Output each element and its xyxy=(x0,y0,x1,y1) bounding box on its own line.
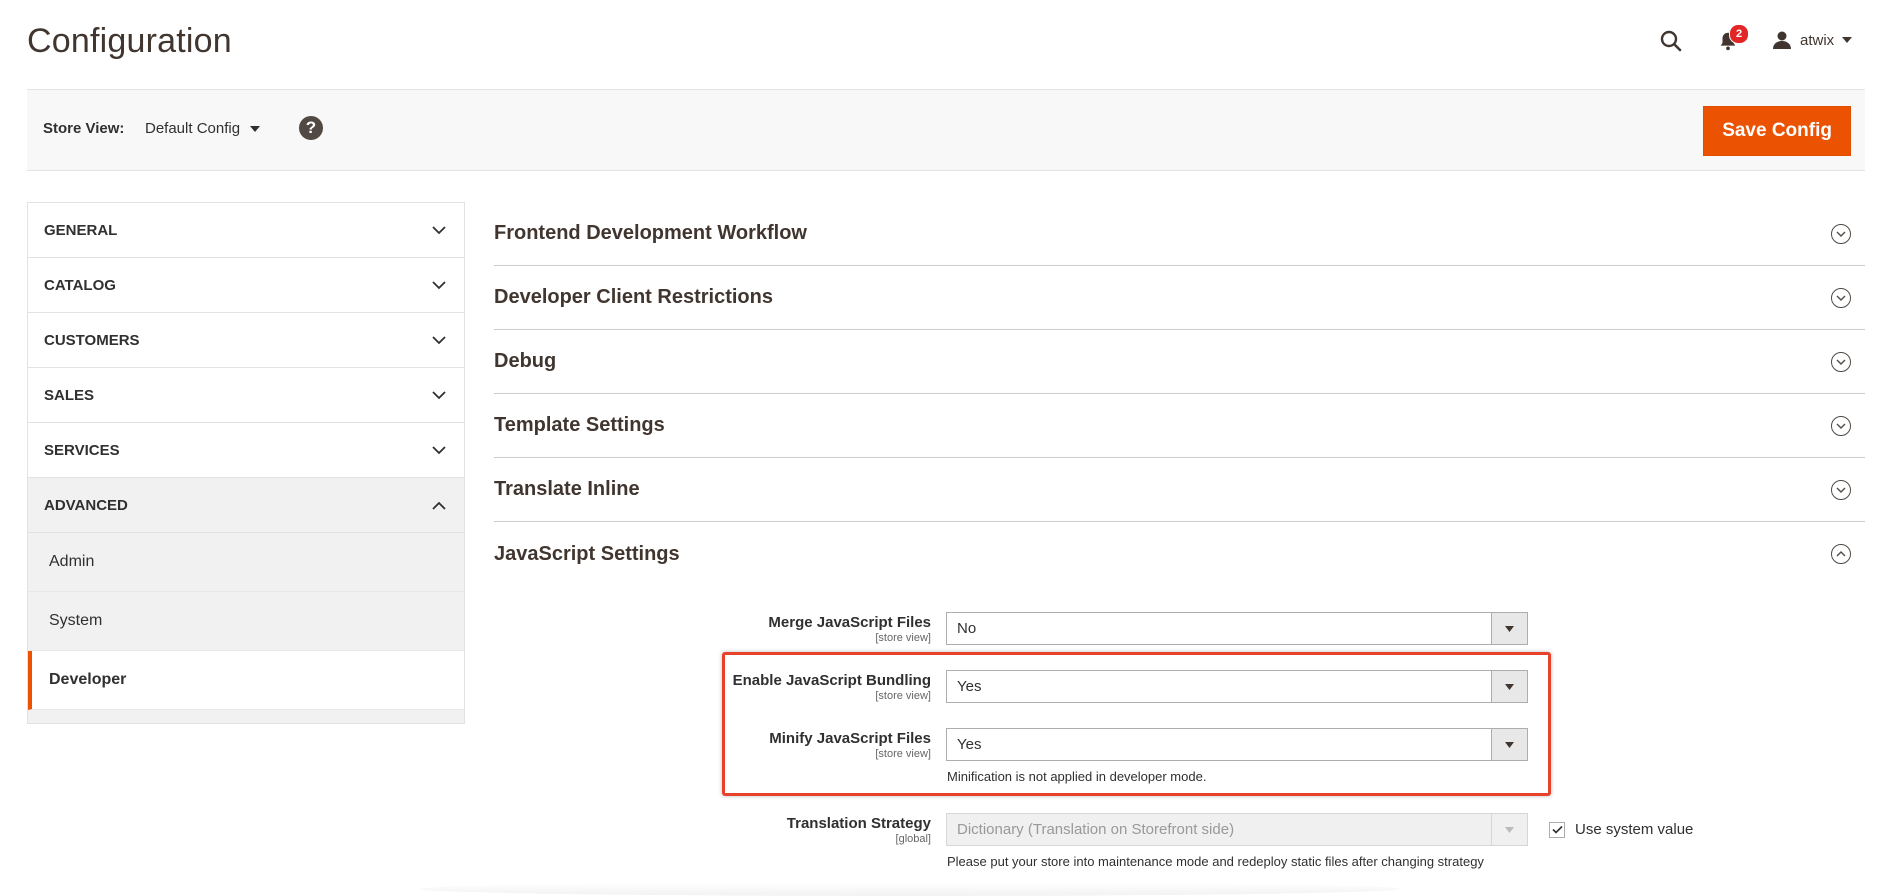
chevron-down-icon xyxy=(1831,415,1851,436)
select-value: No xyxy=(957,620,977,637)
store-view-bar: Store View: Default Config ? Save Config xyxy=(27,89,1865,171)
tab-label: CATALOG xyxy=(44,276,116,294)
chevron-down-icon xyxy=(1831,479,1851,500)
select-arrow-icon xyxy=(1491,814,1527,845)
chevron-up-icon xyxy=(1831,544,1851,564)
merge-js-select[interactable]: No xyxy=(946,612,1528,645)
user-menu[interactable]: atwix xyxy=(1772,28,1853,52)
chevron-down-icon xyxy=(432,335,446,345)
store-view-value: Default Config xyxy=(145,120,241,137)
tab-advanced[interactable]: ADVANCED xyxy=(28,478,464,533)
config-sections: Frontend Development Workflow Developer … xyxy=(494,202,1865,586)
highlight-box xyxy=(722,652,1551,796)
tab-sales[interactable]: SALES xyxy=(28,368,464,423)
notification-badge: 2 xyxy=(1729,24,1749,44)
notifications-button[interactable]: 2 xyxy=(1713,24,1749,56)
section-template-settings[interactable]: Template Settings xyxy=(494,394,1865,458)
store-view-label: Store View: xyxy=(43,120,125,137)
chevron-down-icon xyxy=(1831,351,1851,372)
section-title: JavaScript Settings xyxy=(494,542,680,565)
tab-label: ADVANCED xyxy=(44,496,128,514)
page-title: Configuration xyxy=(27,22,232,60)
tab-general[interactable]: GENERAL xyxy=(28,203,464,258)
chevron-down-icon xyxy=(432,445,446,455)
bottom-shadow xyxy=(420,882,1400,896)
tab-catalog[interactable]: CATALOG xyxy=(28,258,464,313)
select-arrow-icon xyxy=(1491,613,1527,644)
username: atwix xyxy=(1800,31,1835,49)
translation-strategy-note: Please put your store into maintenance m… xyxy=(947,854,1484,869)
sidebar-footer xyxy=(28,710,464,723)
chevron-down-icon xyxy=(432,280,446,290)
tab-label: CUSTOMERS xyxy=(44,331,140,349)
field-label: Merge JavaScript Files xyxy=(768,614,931,631)
sidebar-item-system[interactable]: System xyxy=(28,592,464,651)
section-debug[interactable]: Debug xyxy=(494,330,1865,394)
section-title: Developer Client Restrictions xyxy=(494,286,773,308)
translation-strategy-select: Dictionary (Translation on Storefront si… xyxy=(946,813,1528,846)
section-translate-inline[interactable]: Translate Inline xyxy=(494,458,1865,522)
field-scope: [global] xyxy=(895,833,931,845)
tab-label: GENERAL xyxy=(44,221,118,239)
chevron-up-icon xyxy=(432,501,446,510)
field-label: Translation Strategy xyxy=(786,815,931,832)
translation-strategy-label: Translation Strategy [global] xyxy=(631,815,931,845)
tab-label: SERVICES xyxy=(44,441,120,459)
use-system-value-checkbox[interactable] xyxy=(1549,821,1565,838)
tab-customers[interactable]: CUSTOMERS xyxy=(28,313,464,368)
search-icon[interactable] xyxy=(1656,26,1686,56)
tab-label: SALES xyxy=(44,386,95,404)
use-system-value[interactable]: Use system value xyxy=(1549,821,1693,838)
save-config-button[interactable]: Save Config xyxy=(1703,106,1851,156)
chevron-down-icon xyxy=(1831,223,1851,244)
config-sidebar: GENERAL CATALOG CUSTOMERS SALES SERVICES… xyxy=(27,202,465,724)
tab-services[interactable]: SERVICES xyxy=(28,423,464,478)
section-title: Frontend Development Workflow xyxy=(494,222,807,244)
caret-down-icon xyxy=(1842,37,1853,43)
section-frontend-development-workflow[interactable]: Frontend Development Workflow xyxy=(494,202,1865,266)
sidebar-item-admin[interactable]: Admin xyxy=(28,533,464,592)
field-scope: [store view] xyxy=(875,632,931,644)
merge-js-label: Merge JavaScript Files [store view] xyxy=(631,614,931,644)
select-value: Dictionary (Translation on Storefront si… xyxy=(957,821,1235,838)
chevron-down-icon xyxy=(432,390,446,400)
caret-down-icon xyxy=(250,125,261,132)
section-javascript-settings[interactable]: JavaScript Settings xyxy=(494,522,1865,586)
chevron-down-icon xyxy=(432,225,446,235)
section-title: Template Settings xyxy=(494,414,665,436)
section-title: Translate Inline xyxy=(494,478,640,500)
section-developer-client-restrictions[interactable]: Developer Client Restrictions xyxy=(494,266,1865,330)
store-view-switcher[interactable]: Default Config xyxy=(145,120,261,137)
user-icon xyxy=(1772,30,1792,50)
section-title: Debug xyxy=(494,350,557,372)
help-icon[interactable]: ? xyxy=(299,116,323,140)
chevron-down-icon xyxy=(1831,287,1851,308)
use-system-value-label: Use system value xyxy=(1575,821,1694,838)
sidebar-item-developer[interactable]: Developer xyxy=(28,651,464,710)
